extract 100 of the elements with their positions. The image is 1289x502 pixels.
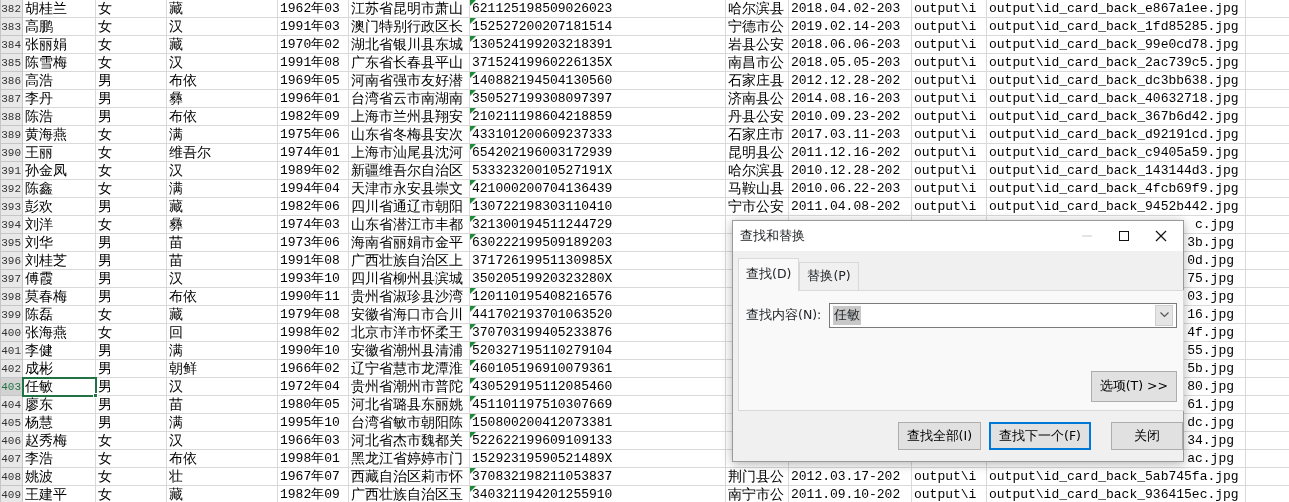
table-cell: 男 (98, 342, 112, 359)
table-cell: 1972年04 (280, 378, 340, 394)
table-cell: 321300194511244729 (472, 216, 613, 232)
table-cell: output\i (914, 144, 977, 160)
table-cell: output\id_card_back_2ac739c5.jpg (989, 54, 1239, 70)
table-cell: 女 (98, 18, 112, 35)
table-cell: 陈鑫 (25, 180, 53, 197)
table-cell: 汉 (169, 270, 183, 287)
table-cell: output\i (914, 486, 977, 502)
table-cell: output\i (914, 162, 977, 178)
table-cell: 汉 (169, 54, 183, 71)
table-cell: 河南省强市友好潜 (351, 72, 463, 89)
table-cell: 2012.12.28-202 (791, 72, 901, 88)
table-cell: 2011.12.16-202 (791, 144, 901, 160)
table-cell: 上海市兰州县翔安 (351, 108, 463, 125)
table-cell: 女 (98, 486, 112, 502)
table-cell: 孙金凤 (25, 162, 67, 179)
dialog-button[interactable]: 查找全部(I) (897, 421, 982, 450)
table-cell: 藏 (169, 486, 183, 502)
table-cell: 汉 (169, 18, 183, 35)
table-cell: 34.jpg (1187, 432, 1234, 448)
table-cell: 1982年09 (280, 486, 340, 502)
table-cell: 5b.jpg (1187, 360, 1234, 376)
tab[interactable]: 替换(P) (799, 262, 859, 290)
table-cell: 2017.03.11-203 (791, 126, 901, 142)
table-cell: 2018.05.05-203 (791, 54, 901, 70)
table-cell: 女 (98, 54, 112, 71)
table-cell: 台湾省敏市朝阳陈 (351, 414, 463, 431)
table-cell: 宁德市公 (728, 18, 784, 35)
table-cell: output\id_card_back_367b6d42.jpg (989, 108, 1239, 124)
table-cell: 布依 (169, 288, 197, 305)
table-cell: 2010.06.22-203 (791, 180, 901, 196)
table-cell: 任敏 (25, 378, 53, 395)
find-field[interactable]: 任敏 (829, 302, 1177, 328)
table-cell: 340321194201255910 (472, 486, 613, 502)
table-cell: 高鹏 (25, 18, 53, 35)
table-cell: c.jpg (1195, 216, 1234, 232)
table-cell: 河北省杰市魏都关 (351, 432, 463, 449)
close-icon (1154, 230, 1167, 242)
table-cell: 女 (98, 0, 112, 17)
table-cell: 1970年02 (280, 36, 340, 52)
table-cell: 高浩 (25, 72, 53, 89)
table-cell: 女 (98, 144, 112, 161)
table-cell: 岩县公安 (728, 36, 784, 53)
table-cell: 1995年10 (280, 414, 340, 430)
table-cell: output\i (914, 18, 977, 34)
table-cell: 满 (169, 126, 183, 143)
table-cell: 黄海燕 (25, 126, 67, 143)
table-cell: 张丽娟 (25, 36, 67, 53)
table-cell: 2018.06.06-203 (791, 36, 901, 52)
table-cell: 1967年07 (280, 468, 340, 484)
table-cell: 421000200704136439 (472, 180, 613, 196)
table-cell: 210211198604218859 (472, 108, 613, 124)
table-cell: 441702193701063520 (472, 306, 613, 322)
options-button[interactable]: 选项(T) >> (1090, 371, 1177, 402)
table-cell: 1991年08 (280, 252, 340, 268)
table-cell: 451101197510307669 (472, 396, 613, 412)
row-header[interactable]: 382 (0, 0, 23, 18)
table-cell: 男 (98, 72, 112, 89)
table-cell: 四川省柳州县滨城 (351, 270, 463, 287)
table-cell: 海南省丽娟市金平 (351, 234, 463, 251)
table-cell: 汉 (169, 162, 183, 179)
window-title: 查找和替换 (739, 226, 806, 245)
table-cell: 山东省潜江市丰都 (351, 216, 463, 233)
table-cell: 1966年02 (280, 360, 340, 376)
table-cell: output\id_card_back_4fcb69f9.jpg (989, 180, 1239, 196)
table-cell: 李丹 (25, 90, 53, 107)
dialog-button[interactable]: 查找下一个(F) (989, 421, 1091, 450)
table-cell: 433101200609237333 (472, 126, 613, 142)
fill-handle[interactable] (93, 393, 98, 398)
table-cell: 350527199308097397 (472, 90, 613, 106)
table-cell: 男 (98, 198, 112, 215)
dropdown-button[interactable] (1155, 304, 1173, 326)
dialog-button[interactable]: 关闭 (1111, 421, 1183, 450)
table-cell: output\i (914, 90, 977, 106)
table-cell: dc.jpg (1187, 414, 1234, 430)
table-cell: 北京市洋市怀柔王 (351, 324, 463, 341)
table-cell: 藏 (169, 0, 183, 17)
table-cell: output\i (914, 468, 977, 484)
table-cell: 赵秀梅 (25, 432, 67, 449)
table-cell: 广西壮族自治区玉 (351, 486, 463, 502)
table-cell: 120110195408216576 (472, 288, 613, 304)
table-cell: 53332320010527191X (472, 162, 613, 178)
table-cell: 130524199203218391 (472, 36, 613, 52)
table-cell: 1962年03 (280, 0, 340, 16)
table-cell: output\id_card_back_c9405a59.jpg (989, 144, 1239, 160)
tab[interactable]: 查找(D) (738, 258, 800, 291)
table-cell: 朝鲜 (169, 360, 197, 377)
table-cell: 石家庄市 (728, 126, 784, 143)
table-cell: 522622199609109133 (472, 432, 613, 448)
chevron-icon (1159, 312, 1169, 319)
table-cell: output\id_card_back_9452b442.jpg (989, 198, 1239, 214)
table-cell: 石家庄县 (728, 72, 784, 89)
table-cell: 2010.12.28-202 (791, 162, 901, 178)
table-cell: 男 (98, 360, 112, 377)
table-cell: 荆门县公 (728, 468, 784, 485)
table-cell: 布依 (169, 450, 197, 467)
table-cell: 男 (98, 90, 112, 107)
table-cell: 1993年10 (280, 270, 340, 286)
table-cell: 苗 (169, 396, 183, 413)
